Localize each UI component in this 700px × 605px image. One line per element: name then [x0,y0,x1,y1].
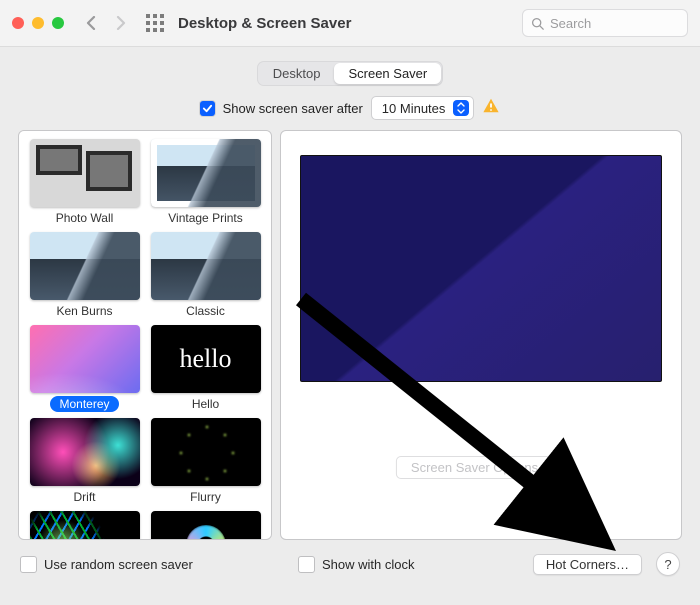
window-title: Desktop & Screen Saver [178,15,351,32]
show-with-clock-label: Show with clock [322,557,414,572]
show-after-label: Show screen saver after [223,101,363,116]
show-with-clock-checkbox[interactable] [298,556,315,573]
show-after-checkbox[interactable] [200,101,215,116]
show-after-value: 10 Minutes [382,101,446,116]
show-after-row: Show screen saver after 10 Minutes [0,96,700,130]
window-controls [12,17,64,29]
tab-control: Desktop Screen Saver [257,61,443,86]
screensaver-preview [300,155,662,382]
random-screensaver-checkbox[interactable] [20,556,37,573]
bottom-row: Use random screen saver Show with clock … [0,540,700,576]
search-placeholder: Search [550,16,591,31]
thumbnail [151,232,261,300]
saver-label: Flurry [181,489,230,505]
saver-label: Vintage Prints [159,210,252,226]
saver-monterey[interactable]: Monterey [25,325,144,412]
random-screensaver-label: Use random screen saver [44,557,193,572]
saver-ken-burns[interactable]: Ken Burns [25,232,144,319]
saver-drift[interactable]: Drift [25,418,144,505]
search-field[interactable]: Search [522,9,688,37]
tab-desktop[interactable]: Desktop [259,63,335,84]
saver-classic[interactable]: Classic [146,232,265,319]
saver-arabesque[interactable]: Arabesque [25,511,144,540]
minimize-window-button[interactable] [32,17,44,29]
saver-hello[interactable]: hello Hello [146,325,265,412]
saver-label: Hello [183,396,228,412]
search-icon [531,17,544,30]
warning-icon[interactable] [482,97,500,120]
thumbnail [151,418,261,486]
thumbnail [30,139,140,207]
saver-label: Monterey [50,396,118,412]
saver-label: Photo Wall [47,210,123,226]
saver-flurry[interactable]: Flurry [146,418,265,505]
main-area: Photo Wall Vintage Prints Ken Burns Clas… [0,130,700,540]
thumbnail [30,418,140,486]
checkmark-icon [202,103,213,114]
thumbnail [30,325,140,393]
back-button[interactable] [80,12,102,34]
hot-corners-button[interactable]: Hot Corners… [533,554,642,575]
close-window-button[interactable] [12,17,24,29]
show-after-select[interactable]: 10 Minutes [371,96,475,120]
screensaver-options-button[interactable]: Screen Saver Options… [396,456,566,479]
saver-label: Drift [65,489,105,505]
stepper-arrows-icon [453,100,469,116]
thumbnail [151,511,261,540]
help-button[interactable]: ? [656,552,680,576]
zoom-window-button[interactable] [52,17,64,29]
thumbnail [151,139,261,207]
forward-button[interactable] [110,12,132,34]
screensaver-list[interactable]: Photo Wall Vintage Prints Ken Burns Clas… [18,130,272,540]
nav-buttons [80,12,132,34]
saver-shell[interactable]: Shell [146,511,265,540]
thumbnail [30,511,140,540]
apps-grid-icon [146,14,164,32]
titlebar: Desktop & Screen Saver Search [0,0,700,47]
thumbnail [30,232,140,300]
show-all-prefs-button[interactable] [142,10,168,36]
thumbnail: hello [151,325,261,393]
saver-vintage-prints[interactable]: Vintage Prints [146,139,265,226]
saver-label: Ken Burns [47,303,121,319]
saver-photo-wall[interactable]: Photo Wall [25,139,144,226]
tab-row: Desktop Screen Saver [0,47,700,96]
preview-pane: Screen Saver Options… [280,130,682,540]
saver-label: Classic [177,303,234,319]
tab-screen-saver[interactable]: Screen Saver [334,63,441,84]
